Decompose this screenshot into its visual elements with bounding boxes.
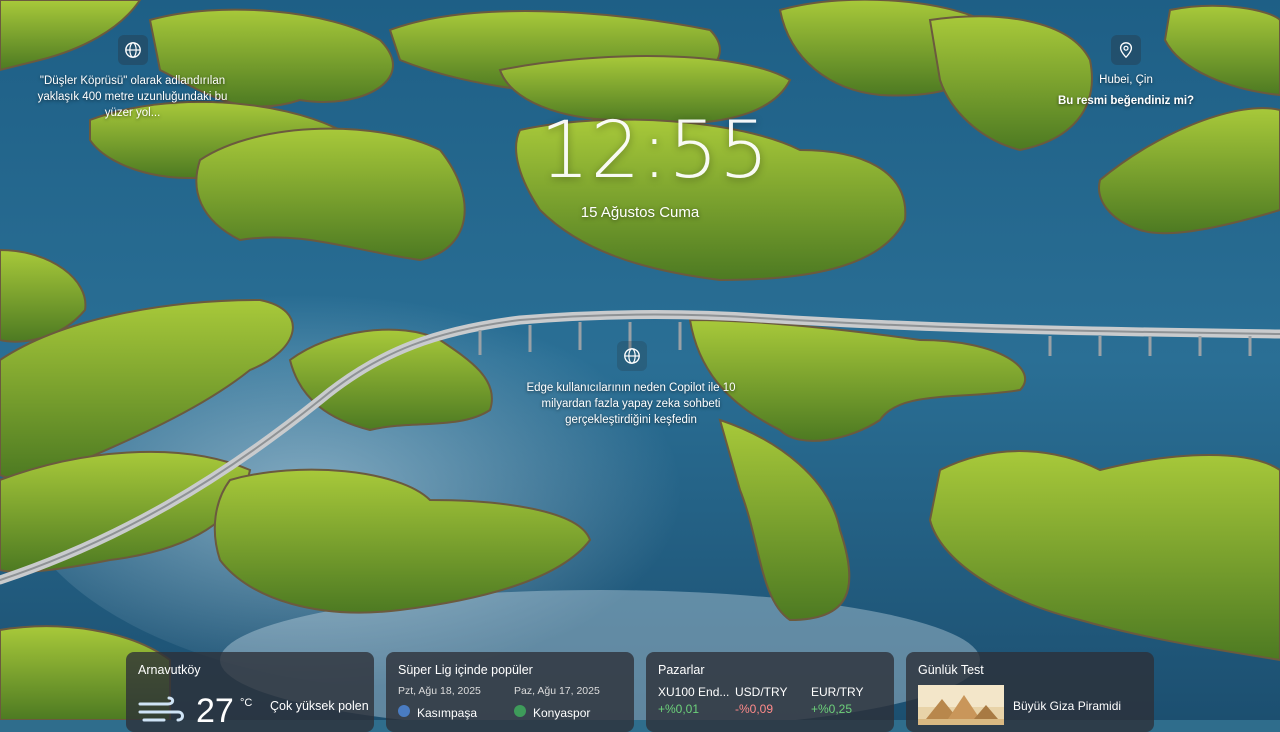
ticker-name: EUR/TRY [811, 685, 864, 699]
globe-icon [125, 42, 141, 58]
team-logo-icon [514, 705, 526, 717]
daily-test-text: Büyük Giza Piramidi [1013, 699, 1122, 713]
markets-widget[interactable]: Pazarlar XU100 End... +%0,01 USD/TRY -%0… [646, 652, 894, 732]
like-image-question[interactable]: Bu resmi beğendiniz mi? [1046, 93, 1206, 109]
weather-description: Çok yüksek polen [270, 699, 369, 713]
location-info-button[interactable] [1111, 35, 1141, 65]
lock-screen-clock: 12:55 [540, 106, 770, 196]
team-name: Konyaspor [533, 706, 591, 720]
ticker-name: XU100 End... [658, 685, 730, 699]
spotlight-fact-text[interactable]: "Düşler Köprüsü" olarak adlandırılan yak… [20, 73, 245, 121]
globe-info-button-left[interactable] [118, 35, 148, 65]
pyramid-thumbnail [918, 685, 1004, 725]
team-name: Kasımpaşa [417, 706, 478, 720]
ticker-item[interactable]: EUR/TRY +%0,25 [811, 685, 863, 716]
wind-icon [138, 696, 184, 722]
location-pin-icon [1119, 42, 1133, 59]
match-date: Pzt, Ağu 18, 2025 [398, 685, 481, 697]
sports-widget[interactable]: Süper Lig içinde popüler Pzt, Ağu 18, 20… [386, 652, 634, 732]
globe-info-button-center[interactable] [617, 341, 647, 371]
lock-screen-date: 15 Ağustos Cuma [580, 204, 700, 221]
weather-location: Arnavutköy [138, 663, 201, 677]
ticker-change: +%0,01 [658, 702, 700, 716]
ticker-item[interactable]: XU100 End... +%0,01 [658, 685, 729, 716]
sports-title: Süper Lig içinde popüler [398, 663, 533, 677]
daily-test-title: Günlük Test [918, 663, 984, 677]
markets-title: Pazarlar [658, 663, 705, 677]
ticker-item[interactable]: USD/TRY -%0,09 [735, 685, 787, 716]
team-logo-icon [398, 705, 410, 717]
weather-unit: °C [240, 697, 253, 709]
ticker-change: -%0,09 [735, 702, 774, 716]
copilot-promo-text[interactable]: Edge kullanıcılarının neden Copilot ile … [500, 380, 762, 428]
daily-test-widget[interactable]: Günlük Test Büyük Giza Piramidi [906, 652, 1154, 732]
match-date: Paz, Ağu 17, 2025 [514, 685, 600, 697]
weather-temperature: 27 [196, 692, 234, 730]
image-location-text[interactable]: Hubei, Çin [1076, 72, 1176, 88]
globe-icon [624, 348, 640, 364]
weather-widget[interactable]: Arnavutköy 27 °C Çok yüksek polen [126, 652, 374, 732]
ticker-change: +%0,25 [811, 702, 853, 716]
ticker-name: USD/TRY [735, 685, 788, 699]
